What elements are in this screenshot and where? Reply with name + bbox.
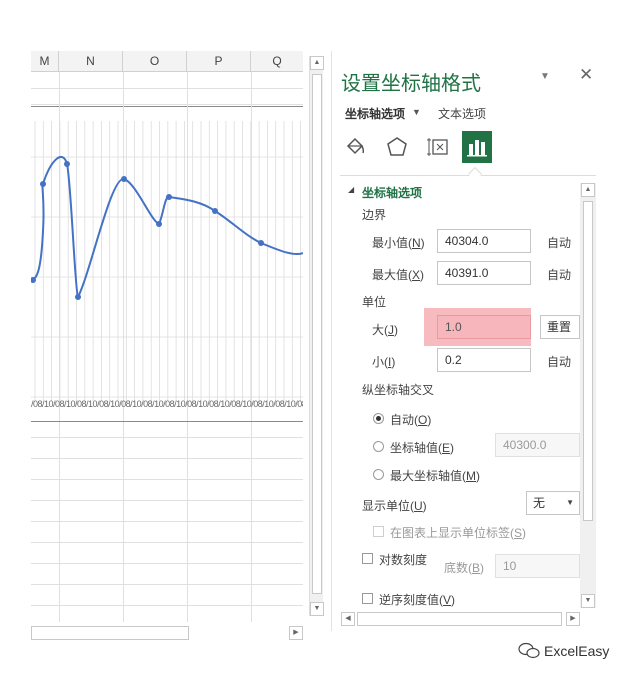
reverse-order-checkbox[interactable] bbox=[362, 593, 373, 604]
scroll-down-arrow-icon[interactable]: ▼ bbox=[310, 602, 324, 616]
chart-top-border bbox=[31, 106, 303, 107]
series-point[interactable] bbox=[40, 181, 46, 187]
row-gridline bbox=[31, 437, 303, 438]
cross-max-label[interactable]: 最大坐标轴值(M) bbox=[390, 467, 480, 484]
tab-text-options[interactable]: 文本选项 bbox=[438, 105, 486, 122]
column-header-n[interactable]: N bbox=[59, 51, 123, 72]
chevron-down-icon[interactable]: ▼ bbox=[412, 107, 421, 117]
scroll-thumb[interactable] bbox=[357, 612, 562, 626]
max-bound-input[interactable]: 40391.0 bbox=[437, 261, 531, 285]
column-header-q[interactable]: Q bbox=[251, 51, 303, 72]
log-scale-checkbox[interactable] bbox=[362, 553, 373, 564]
log-base-input[interactable]: 10 bbox=[495, 554, 580, 578]
icon-selection-notch bbox=[467, 166, 483, 182]
row-gridline bbox=[31, 521, 303, 522]
row-gridline bbox=[31, 584, 303, 585]
series-point[interactable] bbox=[64, 161, 70, 167]
scroll-down-arrow-icon[interactable]: ▼ bbox=[581, 594, 595, 608]
min-auto-label[interactable]: 自动 bbox=[547, 234, 571, 251]
spreadsheet-area: M N O P Q /08/10/08/10/08/10/08/10/08/10… bbox=[31, 51, 324, 643]
row-gridline bbox=[31, 500, 303, 501]
reverse-order-label[interactable]: 逆序刻度值(V) bbox=[379, 591, 455, 608]
show-units-label[interactable]: 在图表上显示单位标签(S) bbox=[390, 524, 526, 541]
log-scale-label[interactable]: 对数刻度 bbox=[379, 551, 427, 568]
scroll-right-arrow-icon[interactable]: ▶ bbox=[289, 626, 303, 640]
max-auto-label[interactable]: 自动 bbox=[547, 266, 571, 283]
watermark: ExcelEasy bbox=[518, 642, 609, 660]
pane-horizontal-scrollbar[interactable]: ◀ ▶ bbox=[341, 612, 580, 626]
row-gridline bbox=[31, 542, 303, 543]
chart-plot-area[interactable] bbox=[31, 121, 303, 421]
size-properties-icon[interactable] bbox=[424, 131, 454, 163]
bounds-label: 边界 bbox=[362, 208, 387, 222]
scroll-up-arrow-icon[interactable]: ▲ bbox=[310, 56, 324, 70]
collapse-triangle-icon[interactable]: ◢ bbox=[348, 185, 354, 194]
watermark-text: ExcelEasy bbox=[544, 643, 610, 659]
wechat-icon bbox=[518, 642, 540, 659]
line-chart[interactable] bbox=[31, 121, 303, 421]
column-header-m[interactable]: M bbox=[31, 51, 59, 72]
display-units-select[interactable]: 无 ▼ bbox=[526, 491, 580, 515]
cross-auto-radio[interactable] bbox=[373, 413, 384, 424]
row-gridline bbox=[31, 88, 303, 89]
section-axis-options[interactable]: 坐标轴选项 bbox=[362, 184, 422, 201]
scroll-right-arrow-icon[interactable]: ▶ bbox=[566, 612, 580, 626]
row-gridline bbox=[31, 563, 303, 564]
minor-label: 小(I) bbox=[372, 355, 396, 369]
scroll-thumb[interactable] bbox=[583, 201, 593, 521]
chart-bottom-border bbox=[31, 421, 303, 422]
effects-pentagon-icon[interactable] bbox=[382, 131, 412, 163]
series-point[interactable] bbox=[212, 208, 218, 214]
max-label: 最大值(X) bbox=[372, 268, 425, 282]
show-units-checkbox[interactable] bbox=[373, 526, 384, 537]
sheet-horizontal-scrollbar[interactable]: ▶ bbox=[31, 626, 303, 640]
minor-auto-label[interactable]: 自动 bbox=[547, 353, 571, 370]
icon-row-divider bbox=[340, 175, 596, 176]
axis-options-bars-icon[interactable] bbox=[462, 131, 492, 163]
series-line[interactable] bbox=[31, 156, 303, 300]
tab-axis-options[interactable]: 坐标轴选项 bbox=[345, 105, 405, 122]
minor-unit-input[interactable]: 0.2 bbox=[437, 348, 531, 372]
pane-title: 设置坐标轴格式 bbox=[341, 71, 481, 95]
close-icon[interactable]: ✕ bbox=[579, 65, 593, 85]
cross-auto-label[interactable]: 自动(O) bbox=[390, 411, 431, 428]
cross-value-input[interactable]: 40300.0 bbox=[495, 433, 580, 457]
fill-line-icon[interactable] bbox=[340, 131, 370, 163]
pane-options-dropdown-icon[interactable]: ▼ bbox=[540, 71, 550, 82]
cross-max-radio[interactable] bbox=[373, 469, 384, 480]
major-label: 大(J) bbox=[372, 323, 398, 337]
cross-value-radio[interactable] bbox=[373, 441, 384, 452]
vertical-axis-crosses-label: 纵坐标轴交叉 bbox=[362, 383, 435, 397]
column-header-row: M N O P Q bbox=[31, 51, 303, 72]
cross-value-label[interactable]: 坐标轴值(E) bbox=[390, 439, 454, 456]
format-axis-pane: 设置坐标轴格式 ▼ ✕ 坐标轴选项 ▼ 文本选项 ◢ 坐标轴选项 边界 最小值(… bbox=[331, 51, 605, 631]
series-point[interactable] bbox=[258, 240, 264, 246]
min-bound-input[interactable]: 40304.0 bbox=[437, 229, 531, 253]
pane-vertical-scrollbar[interactable]: ▲ ▼ bbox=[580, 183, 596, 608]
column-header-p[interactable]: P bbox=[187, 51, 251, 72]
row-gridline bbox=[31, 479, 303, 480]
series-point[interactable] bbox=[156, 221, 162, 227]
chevron-down-icon: ▼ bbox=[566, 498, 574, 507]
scroll-thumb[interactable] bbox=[312, 74, 322, 594]
reset-button[interactable]: 重置 bbox=[540, 315, 580, 339]
units-label: 单位 bbox=[362, 295, 387, 309]
series-point[interactable] bbox=[75, 294, 81, 300]
series-point[interactable] bbox=[121, 176, 127, 182]
scroll-up-arrow-icon[interactable]: ▲ bbox=[581, 183, 595, 197]
major-unit-input[interactable]: 1.0 bbox=[437, 315, 531, 339]
display-units-label: 显示单位(U) bbox=[362, 499, 427, 513]
column-header-o[interactable]: O bbox=[123, 51, 187, 72]
scroll-left-arrow-icon[interactable]: ◀ bbox=[341, 612, 355, 626]
base-label: 底数(B) bbox=[444, 561, 485, 575]
scroll-thumb[interactable] bbox=[31, 626, 189, 640]
row-gridline bbox=[31, 104, 303, 105]
row-gridline bbox=[31, 458, 303, 459]
row-gridline bbox=[31, 605, 303, 606]
min-label: 最小值(N) bbox=[372, 236, 425, 250]
date-axis-tick-labels: /08/10/08/10/08/10/08/10/08/10/08/10/08/… bbox=[31, 399, 303, 409]
sheet-vertical-scrollbar[interactable]: ▲ ▼ bbox=[309, 56, 324, 616]
series-point[interactable] bbox=[166, 194, 172, 200]
